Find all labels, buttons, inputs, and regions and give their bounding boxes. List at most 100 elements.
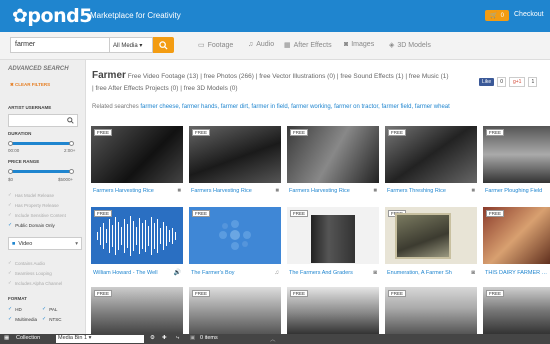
collection-label[interactable]: Collection <box>16 335 40 341</box>
format-ntsc[interactable]: ✓ NTSC <box>42 316 61 322</box>
price-min-value: $0 <box>8 177 14 182</box>
result-caption[interactable]: The Farmers And Graders ◙ <box>287 268 379 277</box>
price-min-handle[interactable] <box>8 169 13 174</box>
result-thumb-photo[interactable]: FREE <box>287 207 379 264</box>
result-caption[interactable]: Enumeration, A Farmer Sh ◙ <box>385 268 477 277</box>
video-type-select[interactable]: ■ Video ▾ <box>8 237 82 250</box>
chevron-down-icon: ▾ <box>139 43 143 49</box>
results-summary[interactable]: Free Video Footage (13) | free Photos (2… <box>128 73 449 80</box>
format-hd[interactable]: ✓ HD <box>8 306 22 312</box>
tab-3d-models[interactable]: ◈ 3D Models <box>389 41 431 50</box>
related-searches: Related searches farmer cheese, farmer h… <box>92 104 450 110</box>
results-summary-cont[interactable]: | free After Effects Projects (0) | free… <box>92 85 238 92</box>
result-thumb[interactable]: FREE <box>287 287 379 334</box>
price-range-label: PRICE RANGE <box>8 159 40 164</box>
query-title: Farmer <box>92 70 126 81</box>
vintage-photo <box>395 213 451 259</box>
video-camera-icon: ■ <box>471 187 475 194</box>
clear-filters-link[interactable]: ✖ CLEAR FILTERS <box>10 82 50 88</box>
filter-model-release[interactable]: ✓ Has Model Release <box>8 192 54 198</box>
check-icon: ✓ <box>8 306 13 312</box>
duration-min-value: 00:00 <box>8 148 20 153</box>
format-pal[interactable]: ✓ PAL <box>42 306 57 312</box>
video-camera-icon: ■ <box>275 187 279 194</box>
gear-icon[interactable]: ⚙ <box>150 335 155 341</box>
result-caption[interactable]: Farmers Harvesting Rice ■ <box>189 186 281 195</box>
check-icon: ✓ <box>8 280 12 285</box>
pond5-logo[interactable]: ✿pond5 <box>12 5 92 27</box>
filter-sensitive-content[interactable]: ✓ Include Sensitive Content <box>8 212 66 218</box>
chevron-up-icon[interactable]: ︿ <box>270 335 276 343</box>
result-thumb[interactable]: FREE <box>385 126 477 183</box>
search-icon[interactable] <box>67 117 74 124</box>
cart-button[interactable]: 🛒 0 <box>485 10 509 21</box>
grid-icon[interactable]: ▦ <box>4 335 9 341</box>
duration-min-handle[interactable] <box>8 141 13 146</box>
music-note-icon: ♫ <box>248 41 254 48</box>
building-photo <box>311 215 355 263</box>
result-thumb[interactable]: FREE <box>483 126 550 183</box>
result-caption[interactable]: Farmers Harvesting Rice ■ <box>287 186 379 195</box>
result-thumb[interactable]: FREE <box>91 126 183 183</box>
search-icon <box>159 40 168 50</box>
speaker-icon: 🔊 <box>173 270 181 276</box>
filter-alpha-channel[interactable]: ✓ Includes Alpha Channel <box>8 280 62 286</box>
check-icon: ✓ <box>42 316 47 322</box>
share-icon[interactable]: ⤷ <box>176 335 179 342</box>
google-plus-button[interactable]: g+1 <box>508 77 526 87</box>
filter-public-domain[interactable]: ✓ Public Domain Only <box>8 222 55 228</box>
video-camera-icon: ■ <box>12 240 16 247</box>
artist-username-label: ARTIST USERNAME <box>8 105 52 110</box>
result-thumb[interactable]: FREE <box>287 126 379 183</box>
media-bin-select[interactable]: Media Bin 1 ▾ <box>56 335 144 343</box>
check-icon: ✓ <box>8 316 13 322</box>
result-caption[interactable]: William Howard - The Well 🔊 <box>91 268 183 277</box>
result-thumb[interactable]: FREE <box>483 287 550 334</box>
folder-icon[interactable]: ▣ <box>190 335 195 341</box>
format-multimedia[interactable]: ✓ Multimedia <box>8 316 37 322</box>
search-button[interactable] <box>153 37 174 53</box>
tab-images[interactable]: ◙ Images <box>344 41 374 48</box>
result-caption[interactable]: The Farmer's Boy ♫ <box>189 268 281 277</box>
checkout-link[interactable]: Checkout <box>514 11 544 18</box>
result-thumb[interactable]: FREE <box>385 287 477 334</box>
result-thumb[interactable]: FREE <box>189 287 281 334</box>
chevron-down-icon: ▾ <box>75 240 78 247</box>
check-icon: ✓ <box>8 202 12 207</box>
result-thumb-photo[interactable]: FREE <box>483 207 550 264</box>
facebook-like-button[interactable]: Like <box>479 78 495 86</box>
google-plus-count: 1 <box>528 77 538 87</box>
result-caption[interactable]: Farmers Harvesting Rice ■ <box>91 186 183 195</box>
check-icon: ✓ <box>8 212 12 217</box>
result-caption[interactable]: Farmer Ploughing Field <box>483 186 550 195</box>
tab-footage[interactable]: ▭ Footage <box>198 41 233 50</box>
search-input[interactable]: farmer <box>10 37 110 53</box>
result-thumb[interactable]: FREE <box>189 126 281 183</box>
check-icon: ✓ <box>8 192 12 197</box>
filter-property-release[interactable]: ✓ Has Property Release <box>8 202 59 208</box>
price-slider-track[interactable] <box>10 170 72 173</box>
cube-icon: ◈ <box>389 42 395 49</box>
result-caption[interactable]: Farmers Threshing Rice ■ <box>385 186 477 195</box>
result-thumb[interactable]: FREE <box>91 287 183 334</box>
results-heading: Farmer Free Video Footage (13) | free Ph… <box>92 70 472 95</box>
media-type-select[interactable]: All Media ▾ <box>110 37 153 53</box>
price-max-handle[interactable] <box>69 169 74 174</box>
duration-label: DURATION <box>8 131 32 136</box>
duration-max-handle[interactable] <box>69 141 74 146</box>
camera-icon: ◙ <box>471 269 475 276</box>
video-camera-icon: ■ <box>373 187 377 194</box>
tab-after-effects[interactable]: ▦ After Effects <box>284 41 332 50</box>
cart-icon: 🛒 <box>490 13 498 19</box>
result-caption[interactable]: THIS DAIRY FARMER Nee <box>483 268 550 277</box>
filter-seamless-looping[interactable]: ✓ Seamless Looping <box>8 270 52 276</box>
filter-contains-audio[interactable]: ✓ Contains Audio <box>8 260 45 266</box>
duration-slider-track[interactable] <box>10 142 72 145</box>
result-thumb-photo[interactable]: FREE <box>385 207 477 264</box>
tab-audio[interactable]: ♫ Audio <box>248 41 274 48</box>
result-thumb-music[interactable]: FREE <box>189 207 281 264</box>
result-thumb-waveform[interactable]: FREE <box>91 207 183 264</box>
related-links[interactable]: farmer cheese, farmer hands, farmer dirt… <box>140 104 449 110</box>
add-icon[interactable]: ✚ <box>162 335 167 341</box>
duration-max-value: 2:00+ <box>64 148 76 153</box>
